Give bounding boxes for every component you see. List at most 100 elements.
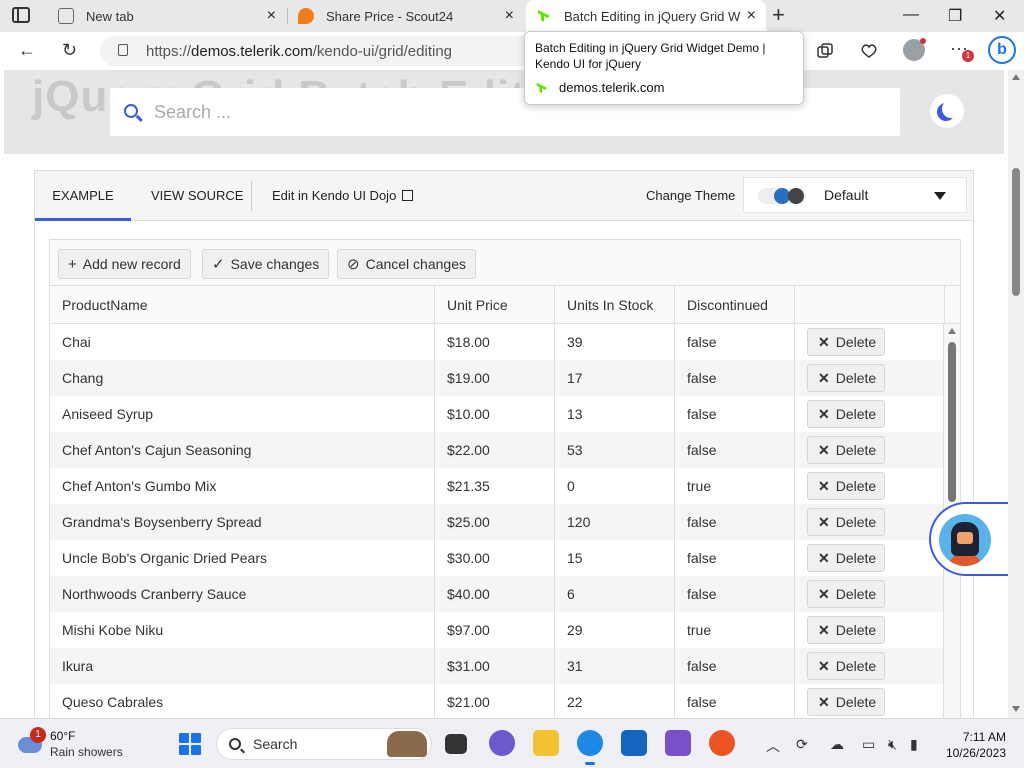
cell-units-in-stock[interactable]: 120 — [555, 504, 675, 540]
window-close-icon[interactable]: ✕ — [993, 6, 1006, 26]
cell-unit-price[interactable]: $18.00 — [435, 324, 555, 360]
close-icon[interactable]: × — [747, 7, 756, 25]
start-button[interactable] — [179, 733, 201, 755]
cell-product-name[interactable]: Northwoods Cranberry Sauce — [50, 576, 435, 612]
cell-product-name[interactable]: Uncle Bob's Organic Dried Pears — [50, 540, 435, 576]
close-icon[interactable]: × — [267, 7, 276, 25]
cell-discontinued[interactable]: false — [675, 576, 795, 612]
cell-unit-price[interactable]: $31.00 — [435, 648, 555, 684]
scroll-down-icon[interactable] — [1012, 706, 1020, 712]
cell-product-name[interactable]: Ikura — [50, 648, 435, 684]
cell-units-in-stock[interactable]: 39 — [555, 324, 675, 360]
cell-product-name[interactable]: Queso Cabrales — [50, 684, 435, 718]
delete-button[interactable]: ✕ Delete — [807, 436, 885, 464]
assistant-bubble[interactable] — [929, 502, 1009, 576]
cell-unit-price[interactable]: $10.00 — [435, 396, 555, 432]
teams-chat-icon[interactable] — [489, 730, 515, 756]
cell-discontinued[interactable]: true — [675, 612, 795, 648]
minimize-icon[interactable]: — — [903, 6, 919, 24]
edge-browser-icon[interactable] — [577, 730, 603, 765]
cell-units-in-stock[interactable]: 29 — [555, 612, 675, 648]
tab-example[interactable]: EXAMPLE — [35, 171, 131, 221]
cell-units-in-stock[interactable]: 53 — [555, 432, 675, 468]
edit-in-dojo-link[interactable]: Edit in Kendo UI Dojo — [272, 171, 414, 221]
dark-mode-toggle[interactable] — [930, 94, 964, 128]
cell-product-name[interactable]: Mishi Kobe Niku — [50, 612, 435, 648]
cell-discontinued[interactable]: false — [675, 684, 795, 718]
tab-view-source[interactable]: VIEW SOURCE — [151, 171, 243, 221]
microsoft-store-icon[interactable] — [621, 730, 647, 756]
tab-new-tab[interactable]: New tab × — [48, 0, 286, 32]
add-new-record-button[interactable]: + Add new record — [58, 249, 191, 279]
battery-icon[interactable]: ▮ — [910, 736, 918, 753]
delete-button[interactable]: ✕ Delete — [807, 652, 885, 680]
cloud-offline-icon[interactable]: ☁ — [830, 736, 844, 753]
page-scrollbar[interactable] — [1008, 70, 1024, 718]
cell-unit-price[interactable]: $25.00 — [435, 504, 555, 540]
visual-studio-icon[interactable] — [665, 730, 691, 756]
cell-discontinued[interactable]: false — [675, 360, 795, 396]
refresh-icon[interactable]: ↻ — [62, 40, 77, 60]
cell-discontinued[interactable]: false — [675, 432, 795, 468]
column-header-unit-price[interactable]: Unit Price — [435, 286, 555, 324]
delete-button[interactable]: ✕ Delete — [807, 400, 885, 428]
delete-button[interactable]: ✕ Delete — [807, 580, 885, 608]
delete-button[interactable]: ✕ Delete — [807, 544, 885, 572]
save-changes-button[interactable]: ✓ Save changes — [202, 249, 330, 279]
scroll-up-icon[interactable] — [1012, 74, 1020, 80]
delete-button[interactable]: ✕ Delete — [807, 508, 885, 536]
cell-discontinued[interactable]: false — [675, 396, 795, 432]
cell-units-in-stock[interactable]: 0 — [555, 468, 675, 504]
theme-dropdown[interactable]: Default — [743, 177, 967, 213]
restore-icon[interactable]: ❐ — [948, 6, 962, 26]
cell-units-in-stock[interactable]: 22 — [555, 684, 675, 718]
cell-product-name[interactable]: Chang — [50, 360, 435, 396]
cell-product-name[interactable]: Chef Anton's Gumbo Mix — [50, 468, 435, 504]
cell-discontinued[interactable]: false — [675, 504, 795, 540]
cell-product-name[interactable]: Grandma's Boysenberry Spread — [50, 504, 435, 540]
lock-icon[interactable] — [118, 44, 128, 56]
chevron-up-icon[interactable]: ︿ — [766, 736, 780, 756]
cell-unit-price[interactable]: $22.00 — [435, 432, 555, 468]
browser-essentials-icon[interactable] — [860, 42, 878, 60]
cell-unit-price[interactable]: $21.00 — [435, 684, 555, 718]
cell-unit-price[interactable]: $97.00 — [435, 612, 555, 648]
cell-product-name[interactable]: Chef Anton's Cajun Seasoning — [50, 432, 435, 468]
cell-unit-price[interactable]: $40.00 — [435, 576, 555, 612]
delete-button[interactable]: ✕ Delete — [807, 472, 885, 500]
cell-units-in-stock[interactable]: 6 — [555, 576, 675, 612]
cell-unit-price[interactable]: $21.35 — [435, 468, 555, 504]
cell-units-in-stock[interactable]: 13 — [555, 396, 675, 432]
cell-units-in-stock[interactable]: 15 — [555, 540, 675, 576]
weather-widget[interactable]: 1 60°F Rain showers — [16, 727, 146, 763]
tab-scout24[interactable]: Share Price - Scout24 × — [288, 0, 524, 32]
grid-scrollbar-thumb[interactable] — [948, 342, 956, 502]
address-bar[interactable]: https://demos.telerik.com/kendo-ui/grid/… — [100, 36, 540, 66]
cell-discontinued[interactable]: false — [675, 324, 795, 360]
task-view-icon[interactable] — [445, 734, 467, 754]
cell-unit-price[interactable]: $19.00 — [435, 360, 555, 396]
tab-batch-editing[interactable]: Batch Editing in jQuery Grid Widget Demo… — [526, 0, 766, 32]
column-header-discontinued[interactable]: Discontinued — [675, 286, 795, 324]
cell-discontinued[interactable]: false — [675, 648, 795, 684]
file-explorer-icon[interactable] — [533, 730, 559, 756]
volume-mute-icon[interactable]: 🔇︎ — [888, 736, 897, 753]
back-arrow-icon[interactable]: ← — [18, 40, 36, 60]
delete-button[interactable]: ✕ Delete — [807, 328, 885, 356]
delete-button[interactable]: ✕ Delete — [807, 688, 885, 716]
page-scrollbar-thumb[interactable] — [1012, 168, 1020, 296]
new-tab-button[interactable]: + — [772, 4, 785, 26]
delete-button[interactable]: ✕ Delete — [807, 364, 885, 392]
cell-units-in-stock[interactable]: 31 — [555, 648, 675, 684]
sync-icon[interactable]: ⟳ — [796, 736, 808, 753]
taskbar-search[interactable]: Search — [216, 728, 432, 760]
column-header-units-in-stock[interactable]: Units In Stock — [555, 286, 675, 324]
network-icon[interactable]: ▭ — [862, 736, 875, 753]
collections-icon[interactable] — [816, 42, 834, 60]
cell-unit-price[interactable]: $30.00 — [435, 540, 555, 576]
close-icon[interactable]: × — [505, 7, 514, 25]
scroll-up-icon[interactable] — [948, 328, 956, 334]
cell-discontinued[interactable]: true — [675, 468, 795, 504]
copilot-icon[interactable]: b — [988, 36, 1016, 64]
cell-discontinued[interactable]: false — [675, 540, 795, 576]
